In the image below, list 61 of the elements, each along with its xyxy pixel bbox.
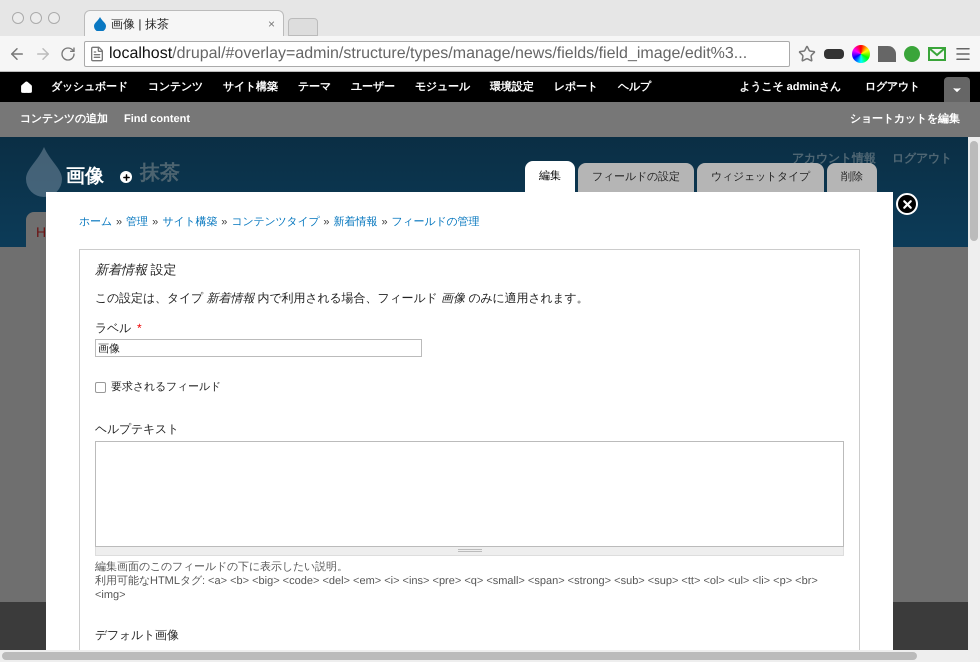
help-hint: 利用可能なHTMLタグ: <a> <b> <big> <code> <del> <em> <i> <ins> <pre> <q> <small> <span> <strong> <sub> <sup> <tt> <ol> <ul> <li> <p> <br> <img> — [95, 574, 819, 602]
field-label: デフォルト画像 — [95, 626, 179, 644]
reload-icon[interactable] — [60, 46, 76, 62]
field-label: ヘルプテキスト — [95, 420, 179, 438]
settings-description: この設定は、タイプ 新着情報 内で利用される場合、フィールド 画像 のみに適用されます。 — [95, 290, 590, 307]
breadcrumb-separator: » — [323, 215, 330, 230]
breadcrumb-separator: » — [221, 215, 228, 230]
shortcut-toggle-button[interactable] — [944, 77, 970, 103]
field-label: ラベル — [95, 320, 131, 337]
logout-link[interactable]: ログアウト — [865, 78, 920, 96]
required-mark: * — [137, 320, 142, 337]
add-shortcut-icon[interactable] — [120, 171, 132, 183]
tab-close-button[interactable]: × — [268, 14, 275, 32]
overlay-tab[interactable]: ウィジェットタイプ — [697, 163, 824, 192]
drop-logo-icon — [24, 147, 64, 197]
label-input-field[interactable]: 画像 — [95, 339, 422, 357]
page-title: 画像 — [66, 165, 104, 189]
breadcrumb-link[interactable]: サイト構築 — [162, 214, 218, 230]
overlay-tab[interactable]: フィールドの設定 — [578, 163, 694, 192]
toolbar-menu-item[interactable]: 環境設定 — [490, 78, 534, 96]
shortcut-link[interactable]: Find content — [124, 111, 190, 128]
toolbar-menu-item[interactable]: ヘルプ — [618, 78, 651, 96]
breadcrumb-link[interactable]: 管理 — [126, 214, 148, 230]
bookmark-star-icon[interactable] — [798, 44, 816, 62]
breadcrumb-link[interactable]: ホーム — [79, 214, 112, 230]
toolbar-menu-item[interactable]: テーマ — [298, 78, 331, 96]
site-name: 抹茶 — [140, 161, 180, 185]
toolbar-menu-item[interactable]: ユーザー — [351, 78, 395, 96]
overlay-tab[interactable]: 編集 — [525, 161, 575, 192]
drop-icon — [93, 16, 107, 30]
envelope-extension-icon[interactable] — [928, 46, 946, 60]
breadcrumb-separator: » — [152, 215, 158, 230]
tab-title: 画像 | 抹茶 — [111, 16, 170, 32]
fieldset-legend: 新着情報 設定 — [95, 260, 844, 279]
color-wheel-extension-icon[interactable] — [852, 44, 870, 62]
window-control-icon[interactable] — [12, 12, 24, 24]
window-control-icon[interactable] — [48, 12, 60, 24]
home-icon[interactable] — [20, 80, 33, 94]
breadcrumb-link[interactable]: 新着情報 — [334, 214, 378, 230]
shortcut-link[interactable]: コンテンツの追加 — [20, 111, 108, 128]
address-bar[interactable]: localhost/drupal/#overlay=admin/structure/types/manage/news/fields/field_image/edit%3... — [84, 40, 790, 66]
toolbar-menu-item[interactable]: レポート — [554, 78, 598, 96]
url-text: localhost/drupal/#overlay=admin/structure/types/manage/news/fields/field_image/edit%3... — [109, 44, 748, 64]
edit-shortcuts-link[interactable]: ショートカットを編集 — [850, 111, 960, 128]
help-hint: 編集画面のこのフィールドの下に表示したい説明。 — [95, 560, 349, 574]
browser-tab[interactable]: 画像 | 抹茶 × — [84, 10, 284, 36]
window-control-icon[interactable] — [30, 12, 42, 24]
checkbox-label: 要求されるフィールド — [111, 380, 221, 395]
toolbar-menu-item[interactable]: モジュール — [415, 78, 470, 96]
close-icon — [900, 198, 914, 210]
breadcrumb-separator: » — [382, 215, 388, 230]
welcome-link[interactable]: ようこそ adminさん — [740, 78, 841, 96]
toolbar-menu-item[interactable]: コンテンツ — [148, 78, 203, 96]
breadcrumb-link[interactable]: コンテンツタイプ — [231, 214, 320, 230]
toolbar-menu-item[interactable]: サイト構築 — [223, 78, 278, 96]
toolbar-menu-item[interactable]: ダッシュボード — [51, 78, 128, 96]
overlay-tab[interactable]: 削除 — [827, 163, 877, 192]
page-icon — [89, 46, 105, 62]
breadcrumb-link[interactable]: フィールドの管理 — [392, 214, 480, 230]
required-checkbox[interactable] — [95, 382, 106, 393]
breadcrumb-separator: » — [116, 215, 122, 230]
